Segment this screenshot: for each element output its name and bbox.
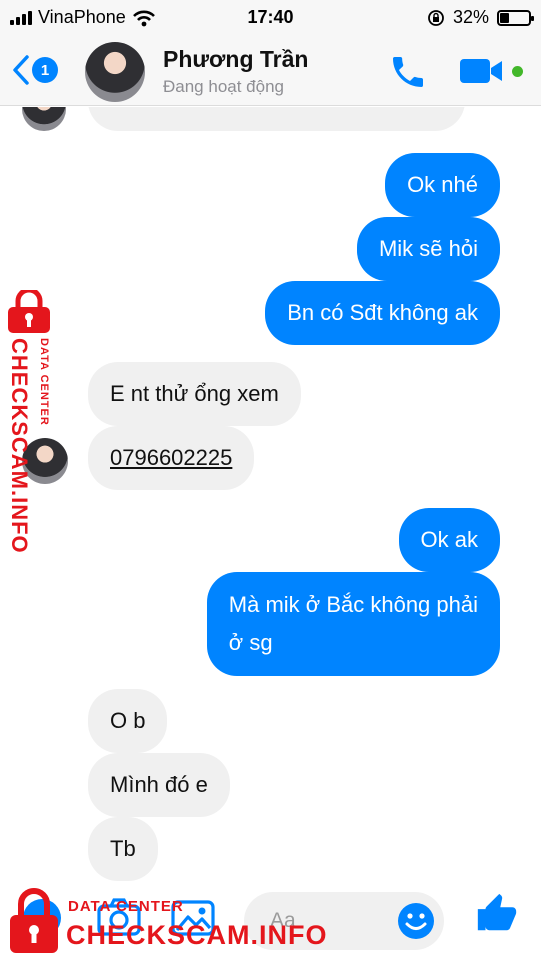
message-bubble[interactable]: Ok nhé — [385, 153, 500, 217]
message-bubble[interactable]: Ok ak — [398, 508, 500, 572]
emoji-icon — [398, 903, 434, 939]
message-bubble[interactable]: Bn có Sđt không ak — [265, 281, 500, 345]
padlock-icon — [8, 290, 50, 333]
back-chevron-icon — [13, 55, 29, 85]
message-bubble[interactable]: Mik sẽ hỏi — [356, 217, 500, 281]
phone-icon — [393, 57, 423, 87]
watermark-side: CHECKSCAM.INFO DATA CENTER — [2, 290, 62, 554]
conversation-header: 1 Phương Trần Đang hoạt động — [0, 36, 541, 106]
message-bubble[interactable]: Tb — [88, 817, 158, 881]
emoji-button[interactable] — [396, 901, 436, 946]
message-bubble[interactable]: E nt thử ổng xem — [88, 362, 301, 426]
message-bubble-partial[interactable] — [88, 107, 465, 131]
message-bubble[interactable]: O b — [88, 689, 168, 753]
phone-number-link[interactable]: 0796602225 — [88, 426, 255, 490]
back-button[interactable]: 1 — [12, 54, 58, 86]
rotation-lock-icon — [428, 9, 444, 26]
thumbs-up-icon — [477, 893, 517, 931]
contact-avatar-small[interactable] — [22, 107, 66, 131]
watermark-bottom-subtitle: DATA CENTER — [68, 898, 184, 915]
contact-avatar[interactable] — [85, 42, 145, 102]
message-bubble[interactable]: Mình đó e — [88, 753, 230, 817]
status-bar: VinaPhone 17:40 32% — [0, 0, 541, 36]
padlock-icon — [10, 888, 58, 953]
status-right: 32% — [427, 7, 534, 28]
like-button[interactable] — [474, 890, 520, 941]
battery-percent: 32% — [452, 7, 489, 27]
contact-status: Đang hoạt động — [163, 77, 284, 96]
contact-name[interactable]: Phương Trần — [163, 46, 308, 73]
message-bubble[interactable]: Mà mik ở Bắc không phải ở sg — [206, 572, 500, 676]
message-list[interactable]: Ok nhé Mik sẽ hỏi Bn có Sđt không ak E n… — [0, 107, 541, 882]
video-camera-icon — [460, 59, 502, 83]
online-dot-icon — [512, 65, 523, 77]
unread-badge: 1 — [32, 57, 58, 83]
watermark-side-brand: CHECKSCAM.INFO — [7, 338, 32, 554]
battery-level — [500, 12, 509, 23]
call-button[interactable] — [388, 52, 428, 97]
watermark-bottom: DATA CENTER CHECKSCAM.INFO — [2, 882, 332, 960]
watermark-bottom-brand: CHECKSCAM.INFO — [66, 920, 328, 950]
battery-icon — [497, 9, 534, 26]
video-call-button[interactable] — [458, 56, 523, 86]
watermark-side-subtitle: DATA CENTER — [38, 338, 50, 426]
